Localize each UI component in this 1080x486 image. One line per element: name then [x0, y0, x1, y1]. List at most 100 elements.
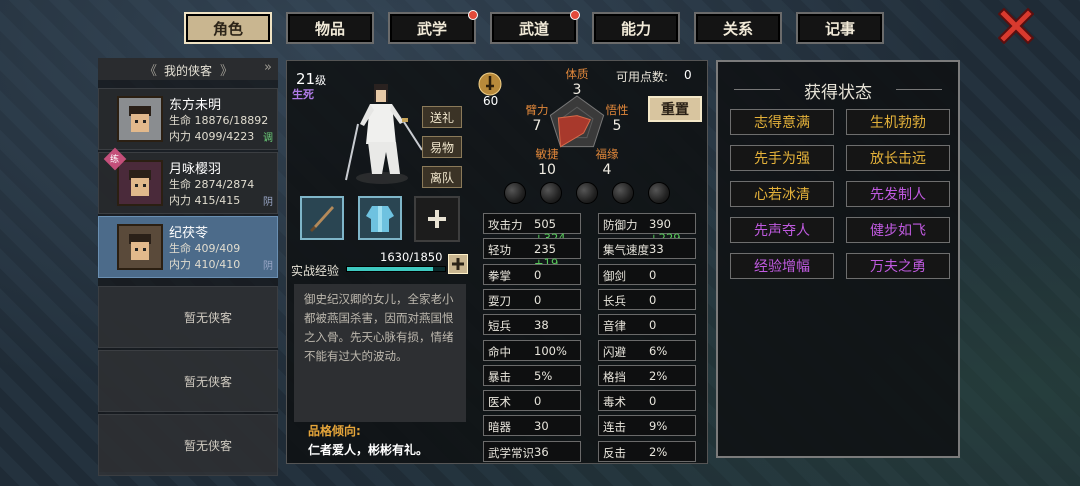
tab-3[interactable]: 武学 — [388, 10, 478, 44]
companion-mp: 内力 4099/4223 — [169, 130, 255, 143]
stat-key: 拳掌 — [488, 268, 511, 283]
empty-companion-slot[interactable]: 暂无侠客 — [98, 414, 278, 476]
stat-key: 命中 — [488, 344, 511, 359]
tab-1[interactable]: 角色 — [184, 12, 272, 44]
stat-number: 100% — [534, 343, 567, 358]
plus-icon — [428, 210, 446, 228]
stat-number: 0 — [649, 292, 657, 307]
stat-row: 音律 0 — [598, 314, 696, 336]
radar-value: 10 — [538, 162, 556, 178]
radar-value: 5 — [613, 118, 622, 134]
companion-tag: 阴 — [263, 261, 273, 272]
stat-number: 0 — [534, 267, 542, 282]
notification-dot — [468, 10, 478, 20]
buff-item[interactable]: 放长击远 — [846, 145, 950, 171]
trade-button[interactable]: 易物 — [422, 136, 462, 158]
skill-orb-2[interactable] — [540, 182, 562, 204]
stat-key: 短兵 — [488, 319, 511, 334]
companion-slot[interactable]: 东方未明 生命 18876/18892 内力 4099/4223 调 — [98, 88, 278, 150]
radar-label: 体质 — [566, 67, 589, 81]
radar-label: 敏捷 — [536, 147, 559, 161]
close-icon[interactable] — [998, 8, 1034, 44]
stat-number: 505 — [534, 217, 556, 231]
add-exp-button[interactable] — [448, 254, 468, 274]
reset-button[interactable]: 重置 — [648, 96, 702, 122]
stat-key: 音律 — [603, 319, 626, 334]
buff-item[interactable]: 先发制人 — [846, 181, 950, 207]
armor-slot[interactable] — [358, 196, 402, 240]
corner-badge: 练 — [110, 155, 120, 165]
stat-value: 0 — [649, 268, 656, 282]
companion-hp: 生命 2874/2874 — [169, 178, 255, 191]
buff-item[interactable]: 万夫之勇 — [846, 253, 950, 279]
buff-item[interactable]: 志得意满 — [730, 109, 834, 135]
gift-button[interactable]: 送礼 — [422, 106, 462, 128]
points-value: 0 — [684, 68, 692, 82]
stat-row: 耍刀 0 — [483, 288, 581, 310]
stat-row: 防御力390 +229 — [598, 213, 696, 245]
stat-row: 拳掌 0 — [483, 263, 581, 285]
tab-label: 武学 — [416, 19, 447, 38]
add-accessory-slot[interactable] — [414, 196, 460, 242]
stat-number: 2% — [649, 368, 668, 383]
avatar-face-icon — [129, 170, 151, 196]
empty-slot-label: 暂无侠客 — [183, 438, 232, 453]
buff-item[interactable]: 先手为强 — [730, 145, 834, 171]
stat-key: 御剑 — [603, 268, 626, 283]
empty-companion-slot[interactable]: 暂无侠客 — [98, 350, 278, 412]
tab-6[interactable]: 关系 — [694, 12, 782, 44]
skill-orb-1[interactable] — [504, 182, 526, 204]
stat-number: 5% — [534, 368, 553, 383]
buff-item[interactable]: 健步如飞 — [846, 217, 950, 243]
skill-orb-3[interactable] — [576, 182, 598, 204]
buff-item[interactable]: 经验增幅 — [730, 253, 834, 279]
avatar — [117, 160, 163, 206]
radar-value: 4 — [603, 162, 612, 178]
buff-item[interactable]: 生机勃勃 — [846, 109, 950, 135]
avatar-face-icon — [129, 234, 151, 260]
leave-party-button[interactable]: 离队 — [422, 166, 462, 188]
stat-key: 防御力 — [603, 218, 638, 232]
tab-label: 能力 — [620, 19, 651, 38]
stat-row: 短兵 38 — [483, 314, 581, 336]
stat-key: 轻功 — [488, 243, 511, 258]
buff-item[interactable]: 先声夺人 — [730, 217, 834, 243]
stat-row: 长兵 0 — [598, 288, 696, 310]
stat-key: 暗器 — [488, 420, 511, 435]
stat-number: 390 — [649, 217, 671, 231]
skill-orb-5[interactable] — [648, 182, 670, 204]
exp-bar-fill — [347, 267, 434, 271]
tab-2[interactable]: 物品 — [286, 12, 374, 44]
stat-key: 格挡 — [603, 369, 626, 384]
empty-companion-slot[interactable]: 暂无侠客 — [98, 286, 278, 348]
stat-row: 反击 2% — [598, 440, 696, 462]
stat-number: 38 — [534, 318, 549, 333]
stat-value: 5% — [534, 369, 552, 383]
tab-5[interactable]: 能力 — [592, 12, 680, 44]
skill-orb-4[interactable] — [612, 182, 634, 204]
weapon-slot[interactable] — [300, 196, 344, 240]
stat-number: 2% — [649, 444, 668, 459]
buff-item[interactable]: 心若冰清 — [730, 181, 834, 207]
stat-row: 闪避 6% — [598, 339, 696, 361]
stat-key: 长兵 — [603, 293, 626, 308]
stat-number: 30 — [534, 419, 549, 434]
trait-title: 品格倾向: — [308, 424, 361, 438]
avatar — [117, 224, 163, 270]
scroll-right-icon[interactable]: » — [264, 60, 272, 75]
radar-label: 悟性 — [606, 103, 629, 117]
stat-row: 轻功235 +19 — [483, 238, 581, 270]
tab-7[interactable]: 记事 — [796, 12, 884, 44]
empty-slot-label: 暂无侠客 — [183, 310, 232, 325]
companion-panel: 《 我的侠客 》 » 东方未明 生命 18876/18892 内力 4099/422… — [98, 58, 278, 476]
companion-name: 月咏樱羽 — [169, 162, 222, 177]
tab-4[interactable]: 武道 — [490, 10, 580, 44]
tab-label: 角色 — [212, 19, 243, 38]
companion-slot[interactable]: 月咏樱羽 生命 2874/2874 内力 415/415 阴 练 — [98, 147, 278, 214]
stat-key: 反击 — [603, 445, 626, 460]
title-divider-right — [896, 89, 942, 90]
stat-value: 2% — [649, 369, 667, 383]
companion-slot[interactable]: 纪茯苓 生命 409/409 内力 410/410 阴 — [98, 216, 278, 278]
stat-value: 100% — [534, 344, 567, 358]
stat-row: 御剑 0 — [598, 263, 696, 285]
